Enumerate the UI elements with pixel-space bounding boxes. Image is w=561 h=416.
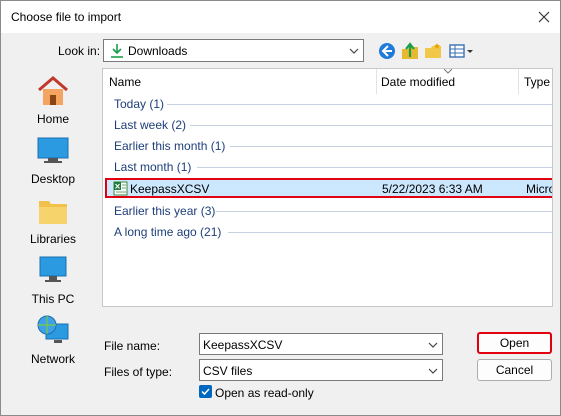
column-type[interactable]: Type: [524, 75, 550, 89]
chevron-down-icon: [428, 342, 438, 348]
group-header-earlier-this-year[interactable]: Earlier this year (3): [114, 204, 215, 218]
group-divider: [197, 167, 552, 168]
places-bar: Home Desktop Libraries This PC Network: [9, 68, 97, 386]
group-header-earlier-this-month[interactable]: Earlier this month (1): [114, 139, 225, 153]
look-in-label: Look in:: [58, 44, 101, 58]
files-of-type-value: CSV files: [203, 364, 253, 378]
place-network[interactable]: Network: [9, 314, 97, 372]
back-icon[interactable]: [377, 41, 397, 61]
group-divider: [167, 104, 552, 105]
place-desktop[interactable]: Desktop: [9, 134, 97, 192]
column-name[interactable]: Name: [109, 75, 141, 89]
title-bar: Choose file to import: [1, 1, 560, 33]
group-divider: [216, 211, 552, 212]
file-date: 5/22/2023 6:33 AM: [382, 182, 483, 196]
place-label: This PC: [31, 292, 75, 306]
files-of-type-select[interactable]: CSV files: [199, 359, 443, 381]
sort-chevron-icon: [444, 69, 452, 74]
file-name-combo[interactable]: KeepassXCSV: [199, 333, 443, 355]
column-divider: [518, 69, 519, 94]
computer-icon: [39, 256, 67, 282]
group-header-last-month[interactable]: Last month (1): [114, 160, 191, 174]
home-icon: [38, 76, 68, 105]
csv-file-icon: [113, 181, 128, 196]
file-name: KeepassXCSV: [130, 182, 210, 196]
group-header-long-time-ago[interactable]: A long time ago (21): [114, 225, 221, 239]
look-in-value: Downloads: [128, 44, 188, 58]
file-type: Micro: [526, 182, 553, 196]
libraries-folder-icon: [39, 201, 67, 224]
file-dialog: Choose file to import Look in: Downloads: [0, 0, 561, 416]
group-divider: [190, 125, 552, 126]
place-label: Desktop: [30, 172, 76, 186]
desktop-icon: [37, 137, 69, 163]
file-name-label: File name:: [104, 339, 161, 353]
place-label: Home: [36, 112, 69, 126]
files-of-type-label: Files of type:: [104, 365, 173, 379]
readonly-label[interactable]: Open as read-only: [215, 386, 314, 400]
view-menu-icon[interactable]: [448, 41, 474, 61]
place-this-pc[interactable]: This PC: [9, 254, 97, 312]
close-button[interactable]: [534, 7, 554, 27]
network-globe-icon: [37, 315, 69, 343]
place-label: Libraries: [29, 232, 77, 246]
group-divider: [228, 232, 552, 233]
place-libraries[interactable]: Libraries: [9, 194, 97, 252]
place-label: Network: [30, 352, 75, 366]
group-header-last-week[interactable]: Last week (2): [114, 118, 186, 132]
file-list[interactable]: Name Date modified Type Today (1) Last w…: [102, 68, 553, 307]
column-divider: [376, 69, 377, 94]
up-folder-icon[interactable]: [400, 41, 420, 61]
new-folder-icon[interactable]: [423, 41, 443, 61]
look-in-combo[interactable]: Downloads: [103, 39, 364, 62]
chevron-down-icon: [428, 368, 438, 374]
place-home[interactable]: Home: [9, 74, 97, 132]
file-name-value: KeepassXCSV: [203, 338, 283, 352]
close-icon: [538, 11, 550, 23]
cancel-button[interactable]: Cancel: [477, 359, 552, 381]
dialog-title: Choose file to import: [11, 10, 122, 24]
checkmark-icon: [201, 388, 210, 396]
file-row-selected[interactable]: KeepassXCSV 5/22/2023 6:33 AM Micro: [105, 178, 553, 198]
readonly-checkbox[interactable]: [199, 385, 212, 398]
group-divider: [230, 146, 552, 147]
open-button[interactable]: Open: [477, 332, 552, 354]
group-header-today[interactable]: Today (1): [114, 97, 164, 111]
download-arrow-icon: [111, 44, 123, 58]
column-date[interactable]: Date modified: [381, 75, 455, 89]
column-header: Name Date modified Type: [103, 69, 552, 94]
chevron-down-icon: [349, 48, 359, 54]
